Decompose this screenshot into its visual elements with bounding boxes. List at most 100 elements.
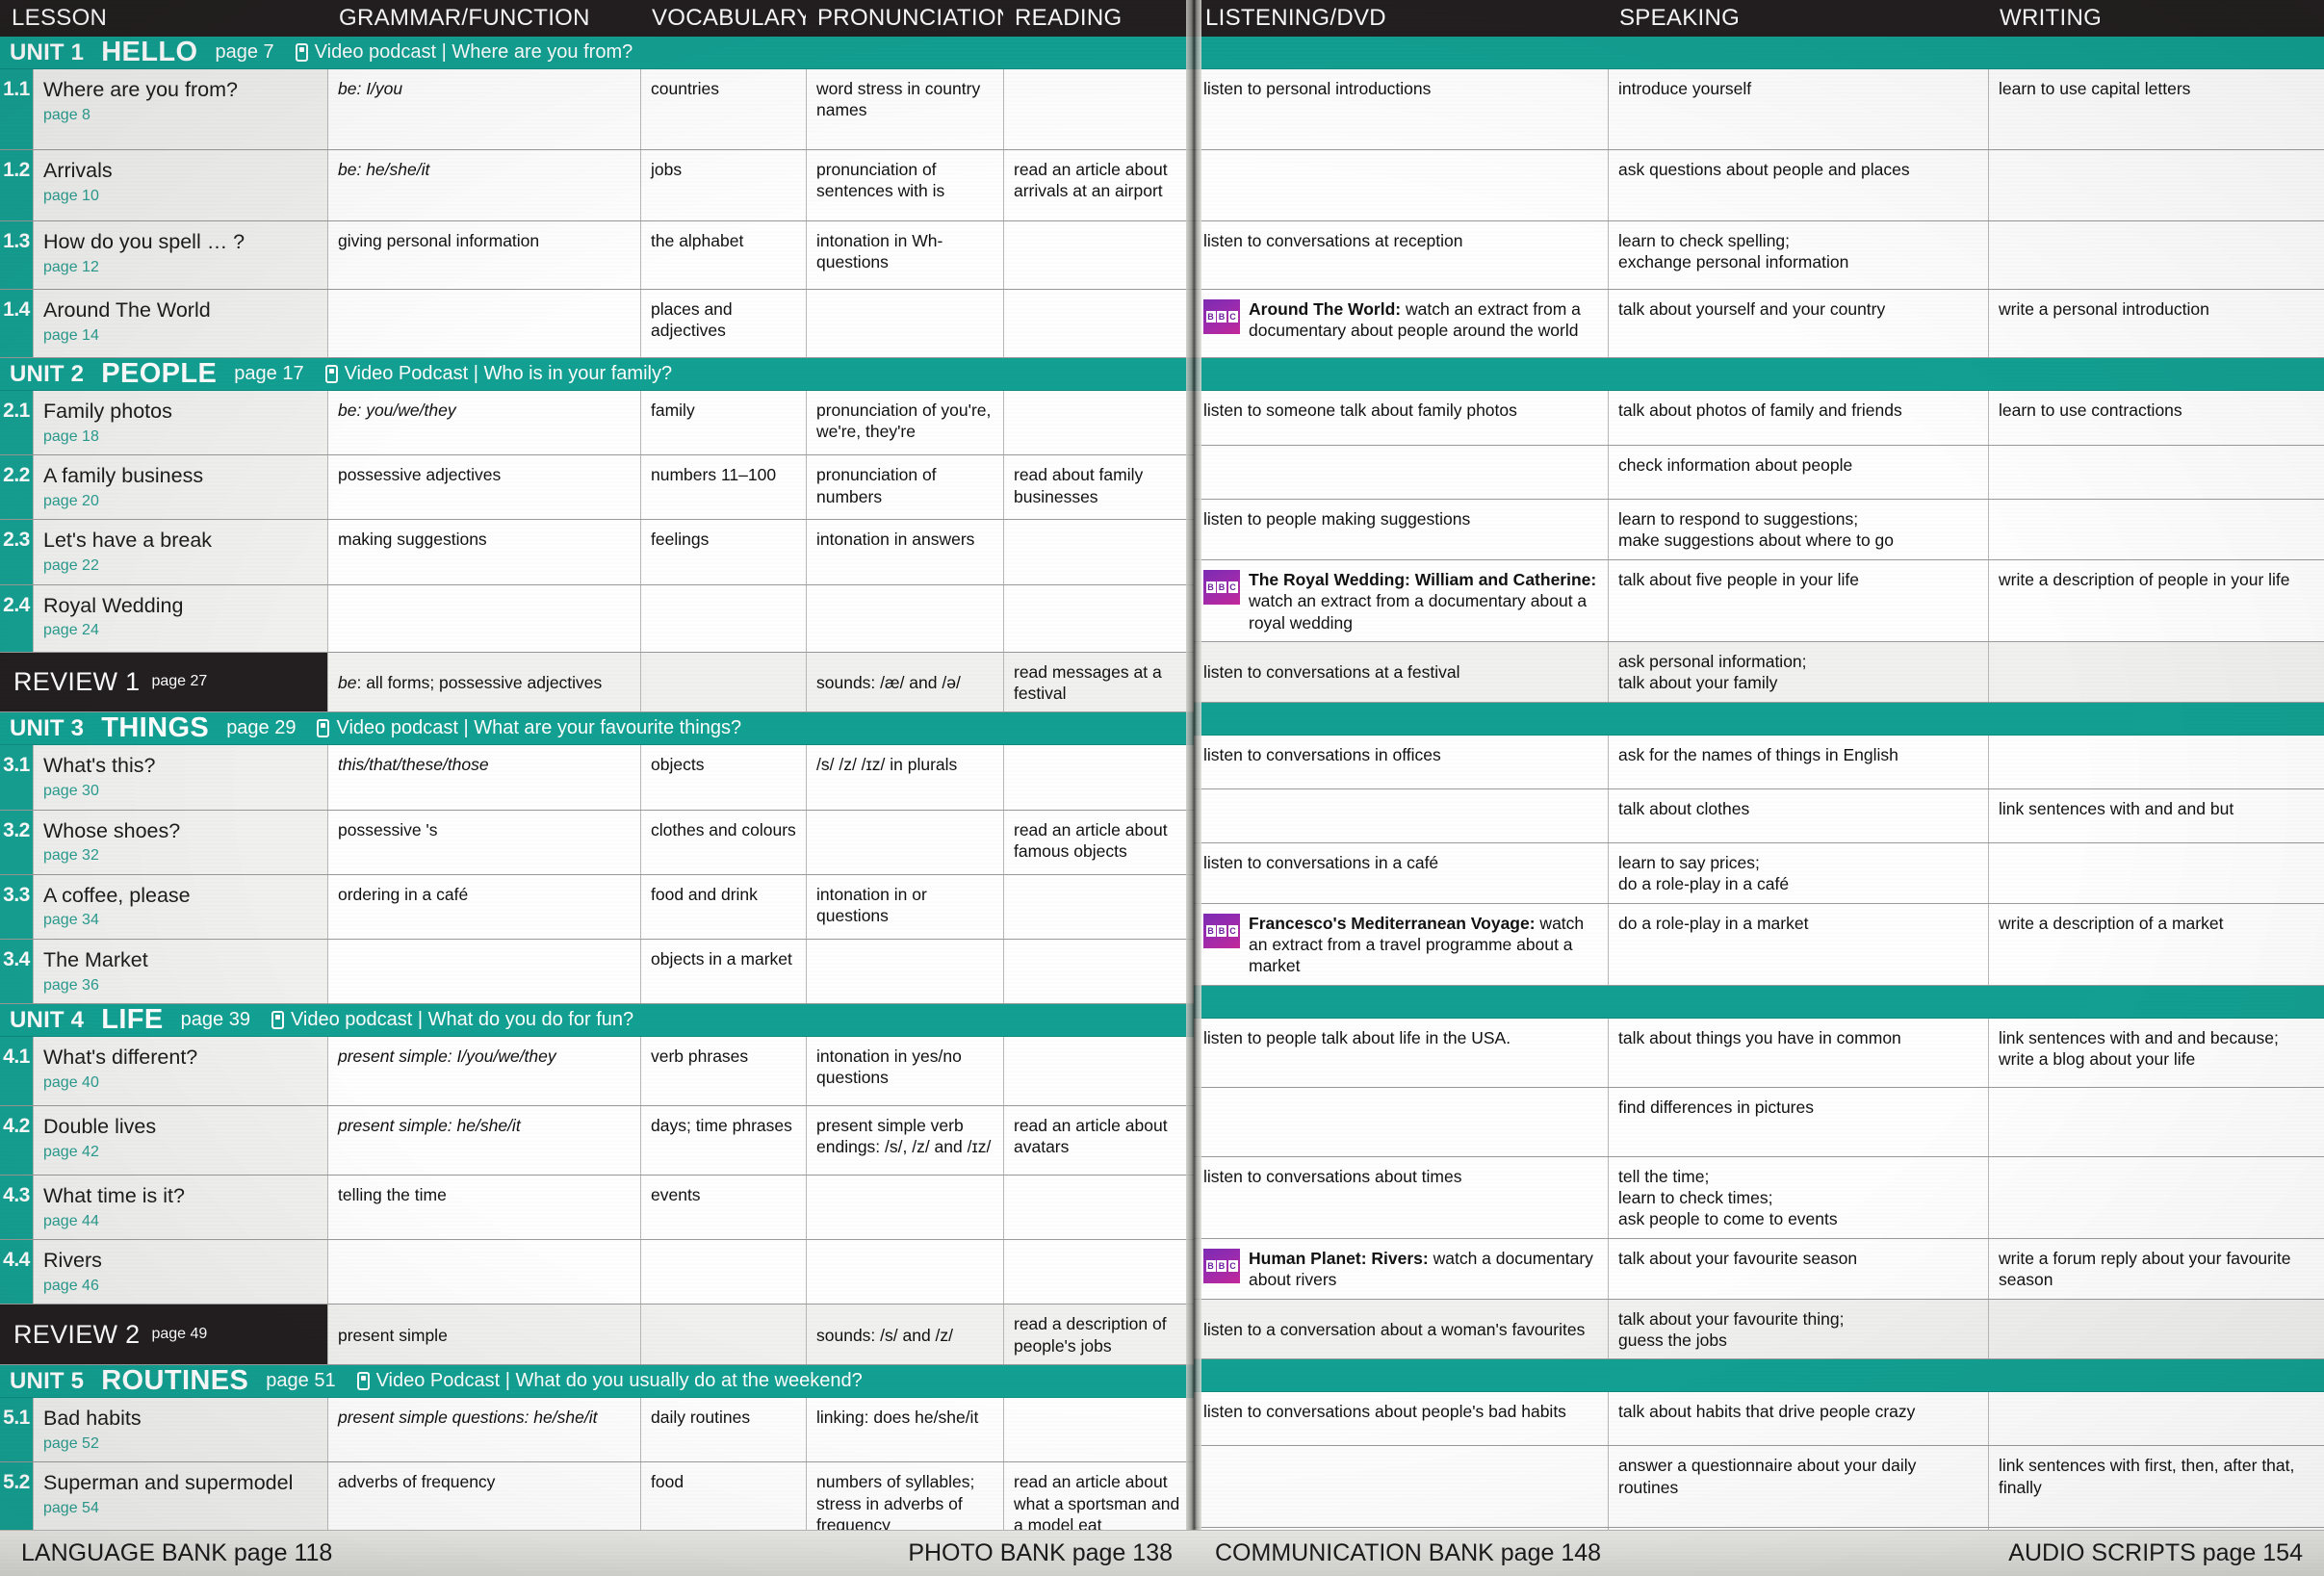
- lesson-page[interactable]: page 40: [43, 1073, 318, 1093]
- pronunciation-cell: /s/ /z/ /ɪz/ in plurals: [806, 745, 1003, 810]
- lesson-title-cell[interactable]: A family business page 20: [33, 455, 327, 520]
- speaking-cell: ask questions about people and places: [1608, 150, 1988, 220]
- writing-cell: [1988, 842, 2324, 903]
- lesson-title-cell[interactable]: A coffee, please page 34: [33, 874, 327, 939]
- unit-video-podcast[interactable]: Video podcast | What are your favourite …: [296, 717, 741, 739]
- lesson-row: 2.4 Royal Wedding page 24: [0, 584, 1194, 653]
- lesson-page[interactable]: page 20: [43, 492, 318, 511]
- unit-video-podcast[interactable]: Video podcast | Where are you from?: [274, 41, 633, 64]
- lesson-title-cell[interactable]: Rivers page 46: [33, 1240, 327, 1305]
- lesson-title-cell[interactable]: The Market page 36: [33, 939, 327, 1004]
- lesson-page[interactable]: page 54: [43, 1499, 318, 1518]
- unit-banner-continuation: [1194, 985, 2324, 1019]
- vocabulary-cell: food and drink: [640, 874, 806, 939]
- writing-cell: [1988, 150, 2324, 220]
- lesson-page[interactable]: page 44: [43, 1212, 318, 1231]
- lesson-row: check information about people: [1194, 446, 2324, 500]
- book-gutter: [1186, 0, 1201, 1576]
- grammar-cell: [327, 1240, 640, 1305]
- lesson-title-cell[interactable]: Family photos page 18: [33, 391, 327, 455]
- lesson-page[interactable]: page 42: [43, 1143, 318, 1162]
- grammar-cell: present simple: I/you/we/they: [327, 1037, 640, 1106]
- lesson-page[interactable]: page 12: [43, 258, 318, 277]
- left-syllabus-table: UNIT 1 HELLO page 7 Video podcast | Where a…: [0, 37, 1194, 1576]
- unit-label: UNIT 4: [10, 1006, 85, 1033]
- speaking-cell: ask for the names of things in English: [1608, 735, 1988, 788]
- podcast-icon: [271, 1011, 284, 1030]
- listening-cell: [1194, 150, 1608, 220]
- lesson-page[interactable]: page 8: [43, 106, 318, 125]
- lesson-title-cell[interactable]: What's different? page 40: [33, 1037, 327, 1106]
- right-syllabus-table: listen to personal introductions introduc…: [1194, 37, 2324, 1576]
- footer-audio-scripts[interactable]: AUDIO SCRIPTS page 154: [2008, 1539, 2303, 1567]
- lesson-title-cell[interactable]: What time is it? page 44: [33, 1176, 327, 1240]
- lesson-row: 5.1 Bad habits page 52 present simple quest…: [0, 1398, 1194, 1463]
- lesson-page[interactable]: page 36: [43, 976, 318, 995]
- lesson-title-cell[interactable]: Let's have a break page 22: [33, 520, 327, 584]
- lesson-number: 1.1: [0, 69, 33, 149]
- lesson-title: Where are you from?: [43, 78, 238, 101]
- podcast-icon: [356, 1372, 370, 1391]
- review-row: REVIEW 2 page 49 present simple sounds: /s/…: [0, 1305, 1194, 1366]
- lesson-page[interactable]: page 10: [43, 187, 318, 206]
- lesson-row: 3.4 The Market page 36 objects in a market: [0, 939, 1194, 1005]
- writing-cell: write a description of a market: [1988, 903, 2324, 985]
- footer-right: COMMUNICATION BANK page 148 AUDIO SCRIPT…: [1194, 1530, 2324, 1576]
- writing-cell: learn to use capital letters: [1988, 69, 2324, 149]
- unit-video-podcast[interactable]: Video Podcast | What do you usually do a…: [336, 1370, 863, 1392]
- lesson-page[interactable]: page 18: [43, 427, 318, 447]
- footer-language-bank[interactable]: LANGUAGE BANK page 118: [21, 1539, 332, 1567]
- footer-communication-bank[interactable]: COMMUNICATION BANK page 148: [1215, 1539, 1601, 1567]
- review-page[interactable]: page 27: [151, 673, 207, 690]
- lesson-number: 4.1: [0, 1037, 33, 1106]
- grammar-cell: [327, 290, 640, 357]
- lesson-title-cell[interactable]: Bad habits page 52: [33, 1398, 327, 1462]
- lesson-number: 2.1: [0, 391, 33, 455]
- reading-cell: [1003, 1176, 1194, 1240]
- speaking-cell: answer a questionnaire about your daily …: [1608, 1446, 1988, 1528]
- lesson-page[interactable]: page 30: [43, 782, 318, 801]
- lesson-page[interactable]: page 32: [43, 846, 318, 866]
- lesson-title-cell[interactable]: Whose shoes? page 32: [33, 810, 327, 874]
- review-page[interactable]: page 49: [151, 1326, 207, 1343]
- lesson-title-cell[interactable]: Where are you from? page 8: [33, 69, 327, 149]
- lesson-page[interactable]: page 46: [43, 1277, 318, 1296]
- grammar-cell: be: you/we/they: [327, 391, 640, 455]
- lesson-row: listen to conversations in a café learn t…: [1194, 842, 2324, 904]
- lesson-number: 4.3: [0, 1176, 33, 1240]
- lesson-title-cell[interactable]: Double lives page 42: [33, 1106, 327, 1176]
- lesson-title-cell[interactable]: What's this? page 30: [33, 745, 327, 810]
- footer-photo-bank[interactable]: PHOTO BANK page 138: [908, 1539, 1173, 1567]
- right-page: LISTENING/DVD SPEAKING WRITING listen to p…: [1194, 0, 2324, 1576]
- pronunciation-cell: pronunciation of numbers: [806, 455, 1003, 520]
- lesson-title-cell[interactable]: Royal Wedding page 24: [33, 584, 327, 652]
- lesson-title-cell[interactable]: How do you spell … ? page 12: [33, 221, 327, 289]
- unit-video-podcast[interactable]: Video Podcast | Who is in your family?: [304, 363, 672, 385]
- lesson-page[interactable]: page 14: [43, 326, 318, 346]
- review-speaking-cell: talk about your favourite thing; guess th…: [1608, 1299, 1988, 1359]
- review-listening-cell: listen to a conversation about a woman's…: [1194, 1299, 1608, 1359]
- lesson-title-cell[interactable]: Around The World page 14: [33, 290, 327, 357]
- lesson-page[interactable]: page 24: [43, 621, 318, 640]
- lesson-number: 1.2: [0, 150, 33, 220]
- grammar-cell: possessive adjectives: [327, 455, 640, 520]
- lesson-title-cell[interactable]: Arrivals page 10: [33, 150, 327, 220]
- reading-cell: [1003, 1398, 1194, 1462]
- speaking-cell: learn to respond to suggestions; make sug…: [1608, 500, 1988, 559]
- unit-video-podcast-label: Video Podcast | What do you usually do a…: [375, 1370, 863, 1392]
- pronunciation-cell: word stress in country names: [806, 69, 1003, 149]
- lesson-page[interactable]: page 52: [43, 1434, 318, 1454]
- lesson-row: listen to people making suggestions learn…: [1194, 500, 2324, 560]
- lesson-row: 2.2 A family business page 20 possessive ad…: [0, 455, 1194, 521]
- unit-video-podcast[interactable]: Video podcast | What do you do for fun?: [250, 1009, 633, 1031]
- grammar-cell: telling the time: [327, 1176, 640, 1240]
- pronunciation-cell: intonation in Wh- questions: [806, 221, 1003, 289]
- lesson-page[interactable]: page 22: [43, 556, 318, 576]
- vocabulary-cell: verb phrases: [640, 1037, 806, 1106]
- page-footer: LANGUAGE BANK page 118 PHOTO BANK page 1…: [0, 1530, 2324, 1576]
- lesson-page[interactable]: page 34: [43, 911, 318, 930]
- column-header-vocabulary: VOCABULARY: [652, 5, 806, 31]
- grammar-cell: present simple questions: he/she/it: [327, 1398, 640, 1462]
- speaking-cell: talk about clothes: [1608, 788, 1988, 842]
- listening-cell: listen to someone talk about family phot…: [1203, 400, 1517, 420]
